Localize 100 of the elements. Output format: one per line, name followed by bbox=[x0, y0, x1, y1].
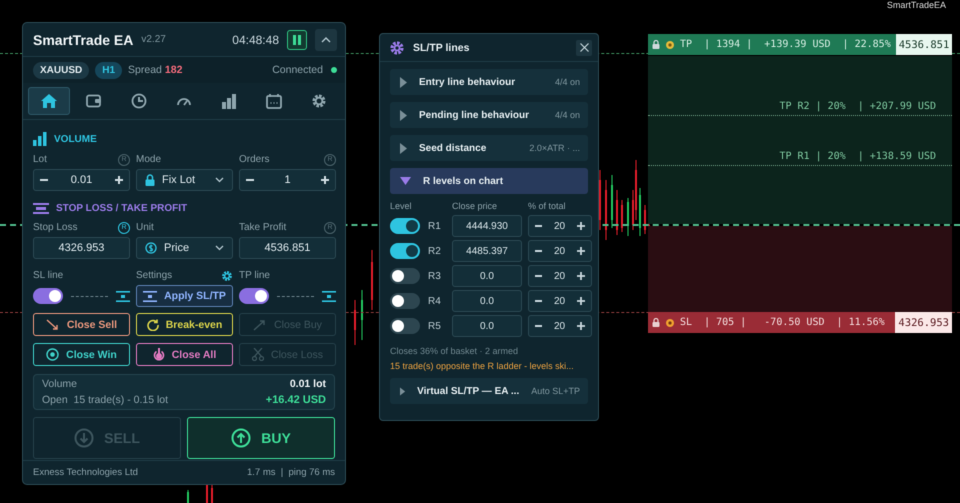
toggle-switch[interactable] bbox=[390, 318, 420, 334]
level-name: R2 bbox=[428, 246, 441, 256]
levels-note: Closes 36% of basket · 2 armed bbox=[390, 346, 520, 356]
stop-loss-field[interactable]: 4326.953 bbox=[33, 237, 130, 259]
arrow-up-right-icon bbox=[253, 318, 268, 330]
volume-value: 0.01 lot bbox=[290, 378, 326, 390]
accordion-header[interactable]: Pending line behaviour 4/4 on bbox=[390, 102, 588, 128]
caret-up-icon bbox=[321, 36, 331, 42]
section-title: Seed distance bbox=[419, 142, 488, 154]
section-summary: 2.0×ATR · ... bbox=[529, 143, 580, 153]
collapse-button[interactable] bbox=[315, 28, 337, 50]
field-label: Orders bbox=[239, 154, 270, 165]
tab[interactable] bbox=[28, 87, 70, 115]
triangle-right-icon bbox=[400, 110, 407, 120]
accordion-header[interactable]: Virtual SL/TP — EA ... Auto SL+TP bbox=[390, 378, 588, 404]
trade-button[interactable]: BUY bbox=[187, 417, 335, 459]
price-field[interactable]: 0.0 bbox=[452, 315, 522, 337]
tag-text: TP | 1394 | +139.39 USD | 22.85% bbox=[680, 39, 891, 50]
arrow-down-right-icon bbox=[46, 318, 60, 330]
level-name: R3 bbox=[428, 270, 441, 282]
action-button[interactable]: Close Sell bbox=[33, 313, 130, 336]
level-label: TP R1 | 20% | +138.59 USD bbox=[779, 151, 937, 162]
plus-icon bbox=[577, 272, 585, 280]
toggle-switch[interactable] bbox=[239, 288, 269, 304]
action-button[interactable]: Close All bbox=[136, 343, 233, 366]
bar-chart-icon bbox=[33, 132, 47, 146]
close-icon bbox=[580, 43, 588, 52]
field-label: Lot bbox=[33, 154, 47, 165]
action-button[interactable]: Break-even bbox=[136, 313, 233, 336]
lot-stepper[interactable]: 0.01 bbox=[33, 169, 130, 191]
apply-button[interactable]: Apply SL/TP bbox=[136, 285, 233, 307]
stop-loss-tag[interactable]: SL | 705 | -70.50 USD | 11.56% 4326.953 bbox=[648, 312, 952, 333]
dropdown-value: Fix Lot bbox=[162, 174, 196, 186]
arrow-down-circle-icon bbox=[74, 428, 94, 448]
minus-icon bbox=[535, 325, 542, 327]
wallet-icon bbox=[86, 94, 102, 108]
close-button[interactable] bbox=[576, 40, 592, 56]
toggle-switch[interactable] bbox=[390, 293, 420, 309]
minus-icon bbox=[535, 250, 542, 252]
section-summary: 4/4 on bbox=[554, 77, 580, 87]
field-label: Settings bbox=[136, 270, 172, 281]
symbol-chip[interactable]: XAUUSD bbox=[33, 62, 90, 78]
triangle-right-icon bbox=[400, 386, 406, 396]
tag-text: SL | 705 | -70.50 USD | 11.56% bbox=[680, 317, 886, 328]
pause-icon bbox=[293, 34, 301, 44]
latency-text: 1.7 ms | ping 76 ms bbox=[246, 467, 335, 478]
connection-status: Connected bbox=[272, 64, 323, 76]
toggle-switch[interactable] bbox=[33, 288, 63, 304]
field-value: 1 bbox=[284, 174, 291, 186]
toggle-switch[interactable] bbox=[390, 243, 420, 259]
orders-stepper[interactable]: 1 bbox=[239, 169, 336, 191]
clock-time: 04:48:48 bbox=[232, 32, 279, 46]
accordion-header[interactable]: Entry line behaviour 4/4 on bbox=[390, 69, 588, 95]
triangle-down-icon bbox=[400, 177, 411, 185]
percent-stepper[interactable]: 20 bbox=[528, 215, 592, 237]
dollar-coin-icon bbox=[145, 242, 157, 254]
percent-stepper[interactable]: 20 bbox=[528, 315, 592, 337]
price-field[interactable]: 4444.930 bbox=[452, 215, 522, 237]
percent-stepper[interactable]: 20 bbox=[528, 290, 592, 312]
settings-icon[interactable] bbox=[221, 270, 233, 282]
version-label: v2.27 bbox=[141, 34, 166, 45]
toggle-switch[interactable] bbox=[390, 218, 420, 234]
price-label: 4326.953 bbox=[895, 312, 952, 333]
take-profit-field[interactable]: 4536.851 bbox=[239, 237, 336, 259]
percent-stepper[interactable]: 20 bbox=[528, 265, 592, 287]
toggle-switch[interactable] bbox=[390, 268, 420, 284]
action-button[interactable]: Close Win bbox=[33, 343, 130, 366]
accordion-header[interactable]: R levels on chart bbox=[390, 168, 588, 194]
level-label: TP R2 | 20% | +207.99 USD bbox=[779, 101, 937, 112]
price-field[interactable]: 0.0 bbox=[452, 290, 522, 312]
line-marker-icon bbox=[143, 290, 158, 302]
timeframe-chip[interactable]: H1 bbox=[95, 62, 122, 78]
status-dot bbox=[331, 67, 337, 73]
line-marker-icon bbox=[116, 290, 130, 302]
lock-icon bbox=[145, 174, 155, 186]
profit-value: +16.42 USD bbox=[266, 394, 326, 406]
field-label: SL line bbox=[33, 270, 64, 281]
lock-icon bbox=[652, 40, 660, 49]
plus-icon bbox=[114, 176, 123, 184]
price-field[interactable]: 4485.397 bbox=[452, 240, 522, 262]
price-field[interactable]: 0.0 bbox=[452, 265, 522, 287]
power-icon bbox=[152, 348, 165, 361]
percent-stepper[interactable]: 20 bbox=[528, 240, 592, 262]
chevron-down-icon bbox=[215, 177, 224, 183]
field-value: 20 bbox=[554, 270, 566, 282]
arrow-up-circle-icon bbox=[231, 428, 252, 448]
refresh-icon bbox=[146, 318, 159, 330]
field-label: Unit bbox=[136, 222, 154, 233]
pause-button[interactable] bbox=[287, 30, 307, 50]
mode-dropdown[interactable]: Fix Lot bbox=[136, 169, 233, 191]
field-value: 20 bbox=[554, 296, 566, 306]
spread-value: 182 bbox=[164, 64, 182, 76]
field-value: 0.01 bbox=[70, 174, 92, 186]
section-title: Pending line behaviour bbox=[419, 110, 530, 120]
field-value: 20 bbox=[554, 320, 566, 332]
take-profit-tag[interactable]: TP | 1394 | +139.39 USD | 22.85% 4536.851 bbox=[648, 34, 952, 55]
level-name: R4 bbox=[428, 296, 441, 306]
unit-dropdown[interactable]: Price bbox=[136, 237, 233, 259]
accordion-header[interactable]: Seed distance 2.0×ATR · ... bbox=[390, 135, 588, 161]
spread-label: Spread bbox=[128, 64, 162, 76]
